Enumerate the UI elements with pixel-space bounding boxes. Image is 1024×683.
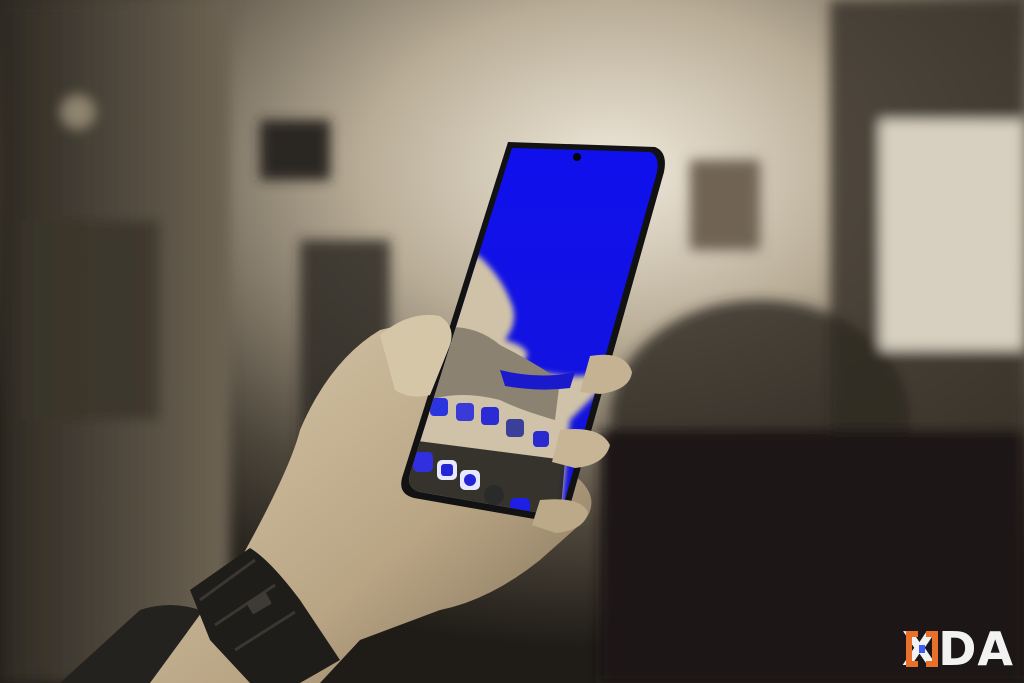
photo-illustration <box>0 0 1024 683</box>
xda-watermark: XDA <box>902 626 1014 672</box>
photo-scene: XDA <box>0 0 1024 683</box>
front-camera <box>573 153 581 161</box>
xda-bracket-icon <box>905 631 938 667</box>
